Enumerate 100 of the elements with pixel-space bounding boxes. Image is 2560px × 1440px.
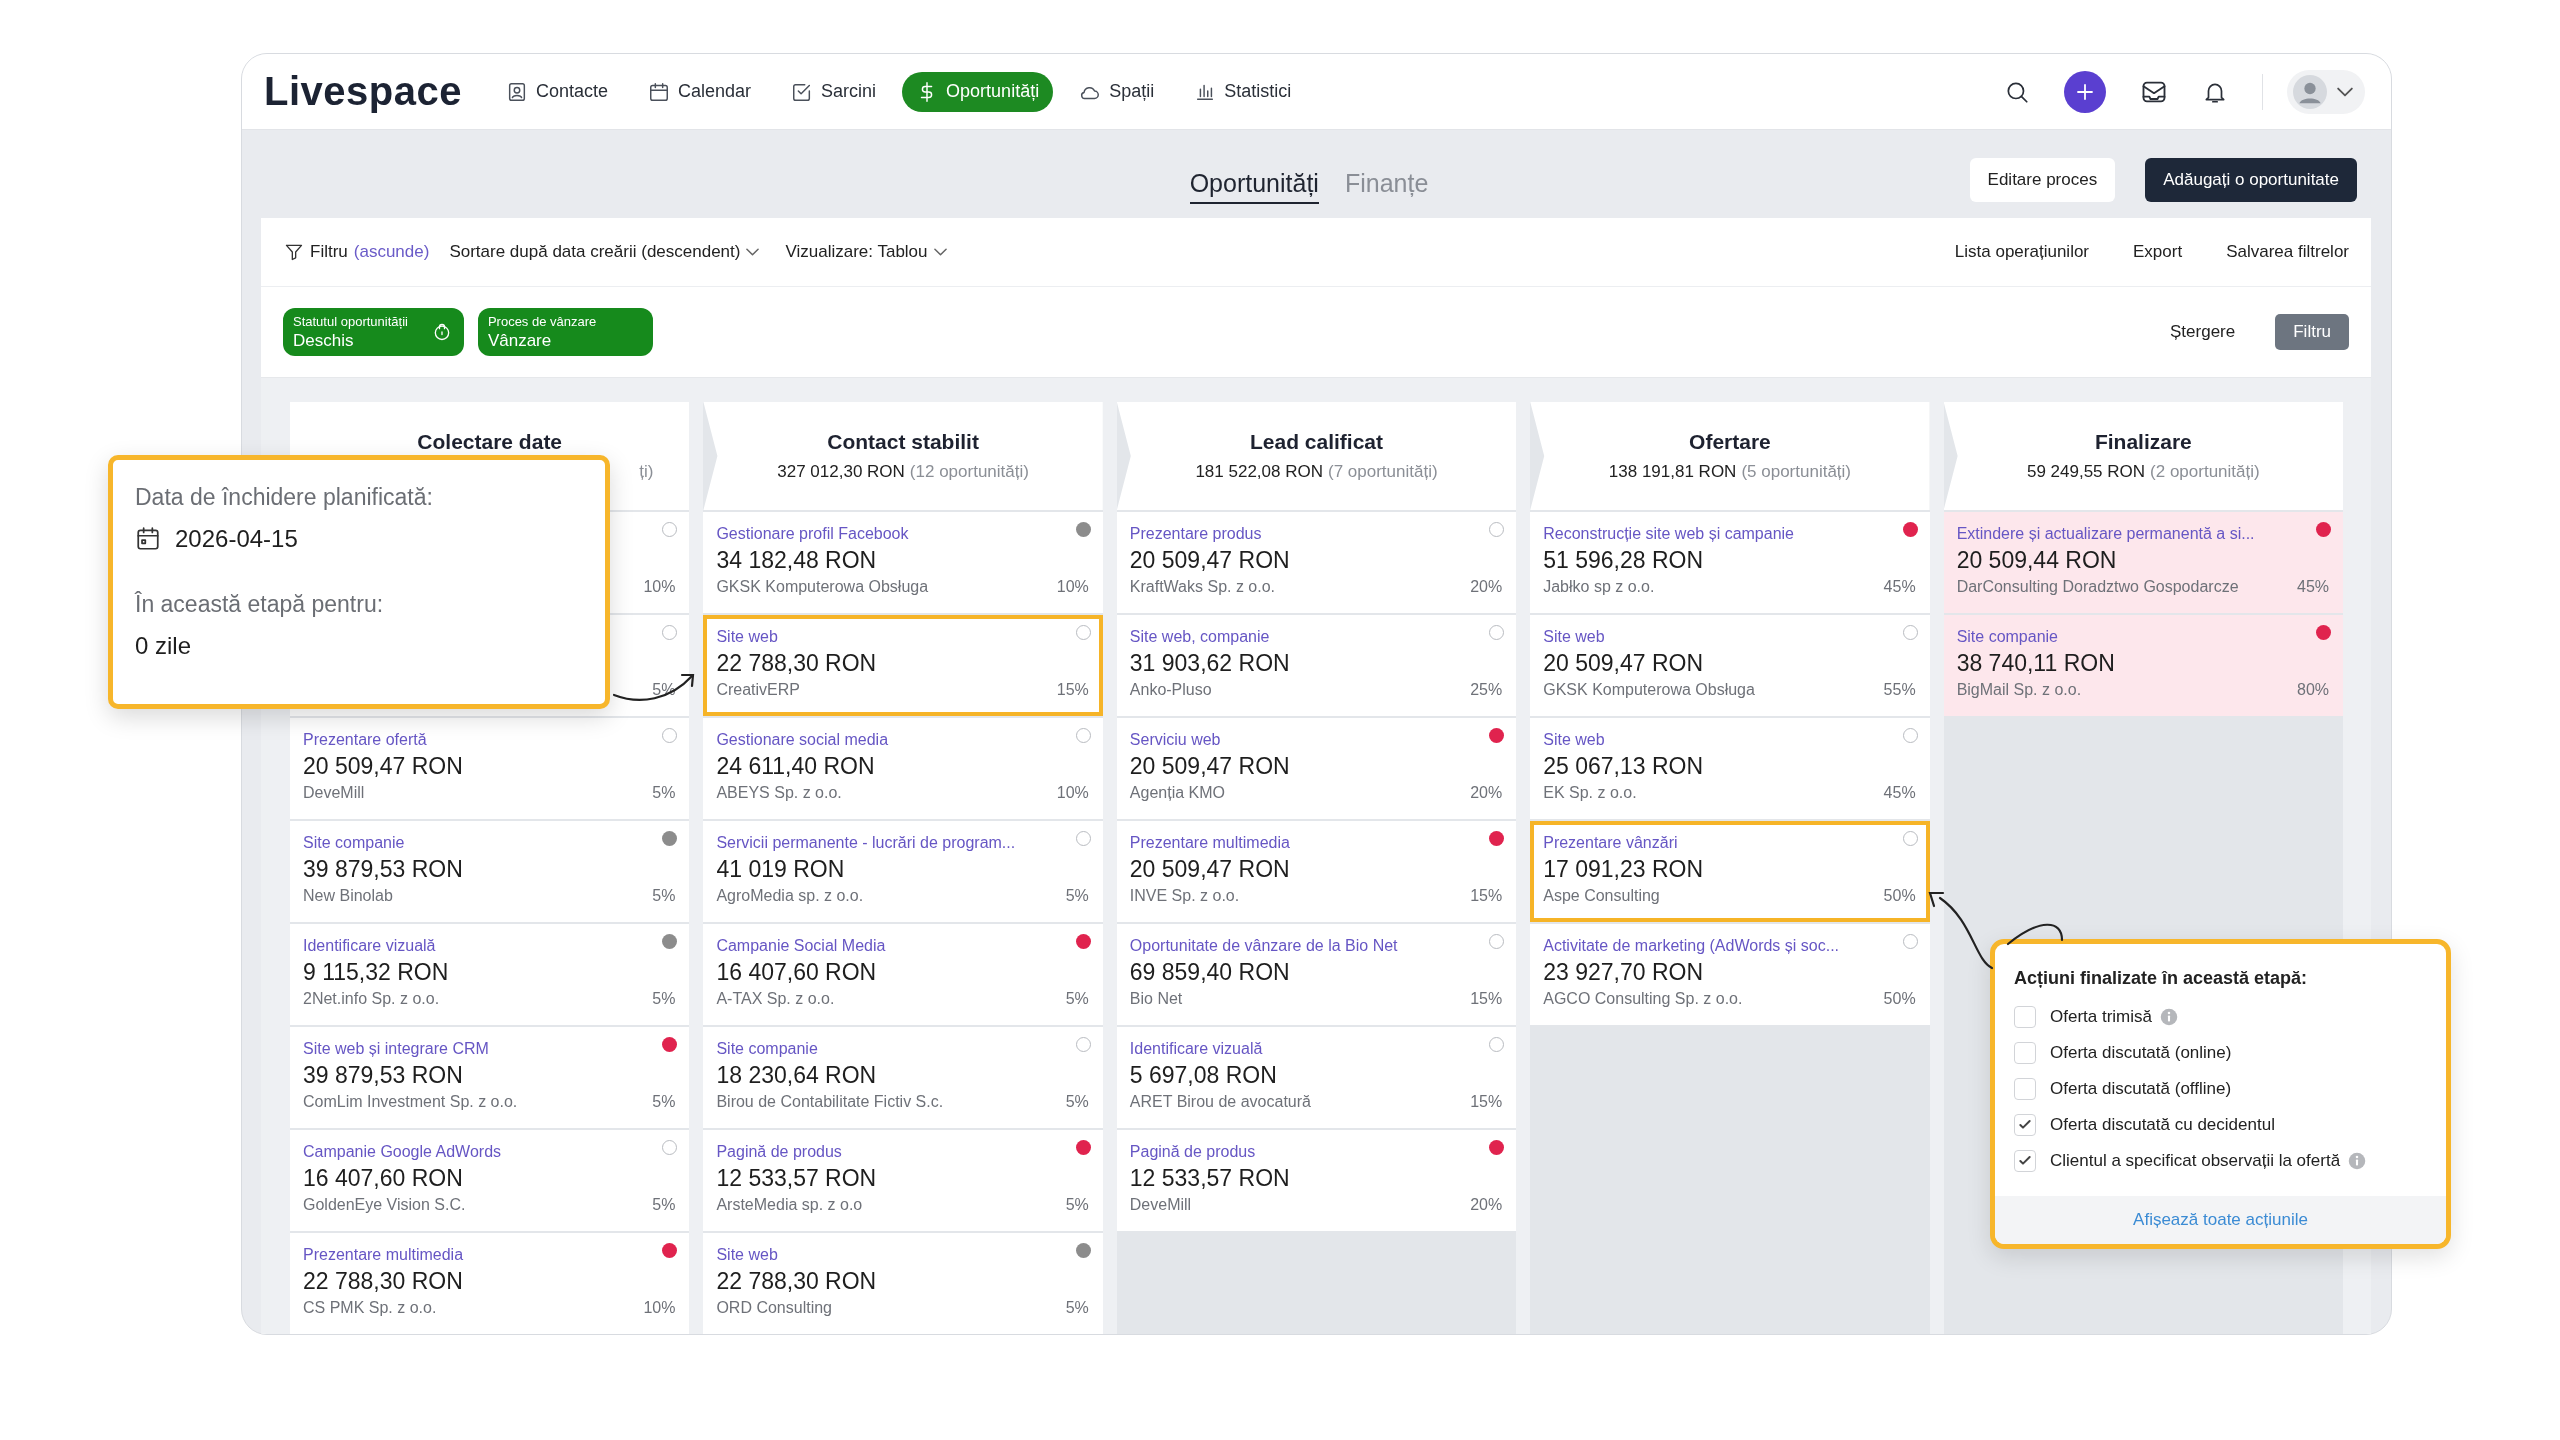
opportunity-title[interactable]: Identificare vizuală: [303, 935, 436, 957]
opportunity-title[interactable]: Identificare vizuală: [1129, 1038, 1263, 1060]
opportunity-card[interactable]: Site web 25 067,13 RON EK Sp. z o.o. 45%: [1530, 718, 1930, 819]
opportunity-title[interactable]: Site web: [1543, 729, 1605, 751]
status-dot[interactable]: [662, 728, 678, 743]
opportunity-title[interactable]: Site web și integrare CRM: [303, 1038, 489, 1060]
opportunity-title[interactable]: Serviciu web: [1129, 729, 1221, 751]
opportunity-title[interactable]: Site companie: [303, 832, 405, 854]
opportunity-card[interactable]: Site web 22 788,30 RON ORD Consulting 5%: [703, 1233, 1103, 1334]
status-dot[interactable]: [1075, 831, 1091, 846]
opportunity-card[interactable]: Prezentare multimedia 22 788,30 RON CS PMK Sp. z o.o. 10%: [290, 1233, 690, 1334]
opportunity-card[interactable]: Oportunitate de vânzare de la Bio Net 69 859,40 RON Bio Net 15%: [1116, 924, 1517, 1025]
edit-process-button[interactable]: Editare proces: [1969, 158, 2116, 202]
status-dot[interactable]: [1902, 522, 1918, 537]
logo[interactable]: Livespace: [264, 69, 462, 114]
status-dot[interactable]: [2316, 625, 2332, 640]
opportunity-card[interactable]: Campanie Google AdWords 16 407,60 RON GoldenEye Vision S.C. 5%: [290, 1130, 690, 1231]
opportunity-card[interactable]: Prezentare multimedia 20 509,47 RON INVE Sp. z o.o. 15%: [1116, 821, 1517, 922]
opportunity-title[interactable]: Reconstrucție site web și campanie: [1543, 523, 1794, 545]
filter-chip[interactable]: Statutul oportunității Deschis: [283, 308, 464, 356]
toolbar-link[interactable]: Lista operațiunilor: [1954, 242, 2090, 262]
opportunity-card[interactable]: Site web, companie 31 903,62 RON Anko-Pluso 25%: [1116, 615, 1517, 716]
opportunity-title[interactable]: Campanie Google AdWords: [303, 1141, 502, 1163]
opportunity-title[interactable]: Activitate de marketing (AdWords și soc...: [1543, 935, 1840, 957]
opportunity-card[interactable]: Site companie 39 879,53 RON New Binolab 5%: [290, 821, 690, 922]
opportunity-title[interactable]: Prezentare multimedia: [1129, 832, 1290, 854]
opportunity-title[interactable]: Site companie: [1956, 626, 2058, 648]
opportunity-card[interactable]: Site companie 38 740,11 RON BigMail Sp. z o.o. 80%: [1943, 615, 2344, 716]
page-tab[interactable]: Oportunități: [1189, 169, 1319, 204]
opportunity-card[interactable]: Site web 20 509,47 RON GKSK Komputerowa Obsługa 55%: [1530, 615, 1930, 716]
opportunity-card[interactable]: Extindere și actualizare permanentă a si... 20 509,44 RON DarConsulting Doradztwo Gospodarcze 45%: [1943, 512, 2344, 613]
status-dot[interactable]: [1075, 1140, 1091, 1155]
opportunity-title[interactable]: Site web: [716, 1244, 778, 1266]
nav-item[interactable]: Calendar: [634, 71, 766, 112]
opportunity-card[interactable]: Site web și integrare CRM 39 879,53 RON ComLim Investment Sp. z o.o. 5%: [290, 1027, 690, 1128]
opportunity-card[interactable]: Identificare vizuală 5 697,08 RON ARET Birou de avocatură 15%: [1116, 1027, 1517, 1128]
sort-dropdown[interactable]: Sortare după data creării (descendent): [449, 242, 760, 262]
status-dot[interactable]: [1075, 934, 1091, 949]
opportunity-title[interactable]: Prezentare vânzări: [1543, 832, 1678, 854]
status-dot[interactable]: [1075, 625, 1091, 640]
checkbox[interactable]: [2014, 1042, 2036, 1064]
profile-menu[interactable]: [2287, 69, 2365, 114]
hide-filter-link[interactable]: (ascunde): [353, 242, 430, 262]
opportunity-title[interactable]: Gestionare social media: [716, 729, 889, 751]
checkbox[interactable]: [2014, 1150, 2036, 1172]
status-dot[interactable]: [1902, 728, 1918, 743]
opportunity-card[interactable]: Prezentare vânzări 17 091,23 RON Aspe Consulting 50%: [1530, 821, 1930, 922]
opportunity-card[interactable]: Activitate de marketing (AdWords și soc... 23 927,70 RON AGCO Consulting Sp. z o.o. 50%: [1530, 924, 1930, 1025]
opportunity-card[interactable]: Pagină de produs 12 533,57 RON ArsteMedia sp. z o.o 5%: [703, 1130, 1103, 1231]
status-dot[interactable]: [662, 1037, 678, 1052]
opportunity-title[interactable]: Site companie: [716, 1038, 818, 1060]
status-dot[interactable]: [1075, 1037, 1091, 1052]
nav-item[interactable]: Contacte: [491, 71, 622, 112]
opportunity-card[interactable]: Reconstrucție site web și campanie 51 596,28 RON Jabłko sp z o.o. 45%: [1530, 512, 1930, 613]
info-icon[interactable]: [2348, 1152, 2367, 1170]
opportunity-card[interactable]: Site web 22 788,30 RON CreativERP 15%: [703, 615, 1103, 716]
status-dot[interactable]: [1075, 522, 1091, 537]
view-dropdown[interactable]: Vizualizare: Tablou: [785, 242, 947, 262]
opportunity-title[interactable]: Extindere și actualizare permanentă a si...: [1956, 523, 2255, 545]
nav-item[interactable]: Oportunități: [902, 71, 1054, 112]
opportunity-title[interactable]: Site web: [1543, 626, 1605, 648]
opportunity-card[interactable]: Serviciu web 20 509,47 RON Agenția KMO 20%: [1116, 718, 1517, 819]
status-dot[interactable]: [2316, 522, 2332, 537]
toolbar-link[interactable]: Salvarea filtrelor: [2226, 242, 2349, 262]
opportunity-title[interactable]: Gestionare profil Facebook: [716, 523, 909, 545]
status-dot[interactable]: [662, 1140, 678, 1155]
opportunity-title[interactable]: Site web: [716, 626, 778, 648]
opportunity-title[interactable]: Prezentare ofertă: [303, 729, 427, 751]
status-dot[interactable]: [1902, 934, 1918, 949]
opportunity-card[interactable]: Site companie 18 230,64 RON Birou de Contabilitate Fictiv S.c. 5%: [703, 1027, 1103, 1128]
status-dot[interactable]: [1075, 1243, 1091, 1258]
opportunity-title[interactable]: Prezentare produs: [1129, 523, 1262, 545]
add-button[interactable]: [2064, 70, 2106, 113]
status-dot[interactable]: [1489, 934, 1505, 949]
checkbox[interactable]: [2014, 1114, 2036, 1136]
toolbar-link[interactable]: Export: [2133, 242, 2183, 262]
status-dot[interactable]: [662, 522, 678, 537]
status-dot[interactable]: [662, 625, 678, 640]
opportunity-title[interactable]: Oportunitate de vânzare de la Bio Net: [1129, 935, 1398, 957]
opportunity-card[interactable]: Servicii permanente - lucrări de program... 41 019 RON AgroMedia sp. z o.o. 5%: [703, 821, 1103, 922]
nav-item[interactable]: Spații: [1065, 71, 1169, 112]
status-dot[interactable]: [662, 831, 678, 846]
status-dot[interactable]: [1489, 625, 1505, 640]
opportunity-card[interactable]: Gestionare profil Facebook 34 182,48 RON GKSK Komputerowa Obsługa 10%: [703, 512, 1103, 613]
opportunity-title[interactable]: Pagină de produs: [1129, 1141, 1256, 1163]
opportunity-card[interactable]: Identificare vizuală 9 115,32 RON 2Net.info Sp. z o.o. 5%: [290, 924, 690, 1025]
status-dot[interactable]: [1075, 728, 1091, 743]
status-dot[interactable]: [1489, 1037, 1505, 1052]
opportunity-card[interactable]: Prezentare ofertă 20 509,47 RON DeveMill 5%: [290, 718, 690, 819]
filter-chip[interactable]: Proces de vânzare Vânzare: [477, 308, 653, 356]
status-dot[interactable]: [662, 934, 678, 949]
status-dot[interactable]: [1489, 728, 1505, 743]
apply-filter-button[interactable]: Filtru: [2275, 314, 2349, 350]
opportunity-title[interactable]: Campanie Social Media: [716, 935, 886, 957]
checkbox[interactable]: [2014, 1006, 2036, 1028]
opportunity-title[interactable]: Site web, companie: [1129, 626, 1270, 648]
info-icon[interactable]: [2160, 1008, 2179, 1026]
opportunity-title[interactable]: Pagină de produs: [716, 1141, 842, 1163]
clear-link[interactable]: Ștergere: [2170, 322, 2236, 342]
status-dot[interactable]: [662, 1243, 678, 1258]
